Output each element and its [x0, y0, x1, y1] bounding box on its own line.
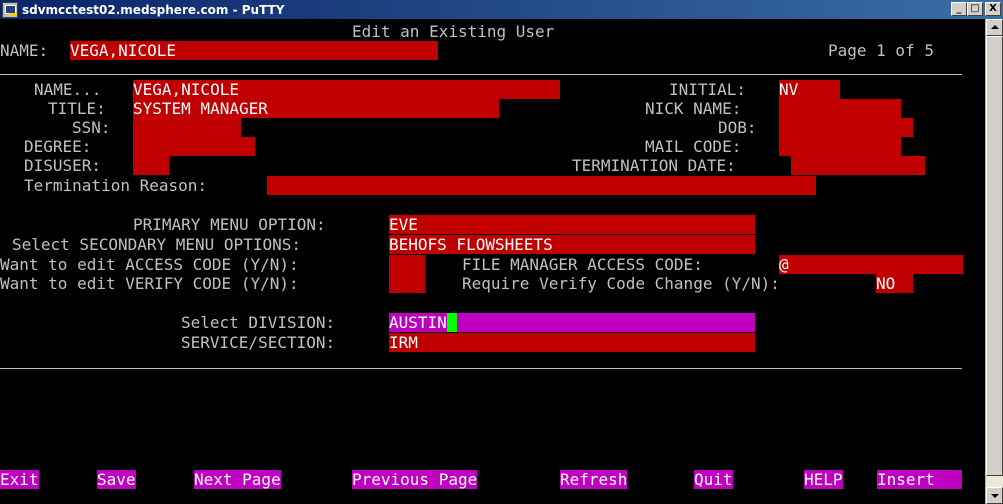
- secondary-menu-field[interactable]: BEHOFS FLOWSHEETS: [389, 235, 755, 255]
- terminal-screen[interactable]: Edit an Existing User NAME: VEGA,NICOLE …: [0, 19, 985, 504]
- disuser-field[interactable]: [133, 156, 169, 176]
- title-label: TITLE:: [48, 99, 106, 118]
- primary-menu-label: PRIMARY MENU OPTION:: [133, 215, 326, 234]
- primary-menu-field[interactable]: EVE: [389, 215, 755, 235]
- division-field[interactable]: AUSTIN: [389, 313, 755, 333]
- degree-field[interactable]: [133, 137, 255, 157]
- dob-label: DOB:: [718, 118, 757, 137]
- initial-field[interactable]: NV: [779, 80, 840, 100]
- putty-icon[interactable]: [2, 1, 18, 18]
- minimize-button[interactable]: _: [951, 2, 967, 16]
- header-divider: [0, 74, 962, 75]
- previous-page-command[interactable]: Previous Page: [352, 470, 478, 490]
- next-page-command[interactable]: Next Page: [194, 470, 281, 490]
- degree-label: DEGREE:: [24, 137, 92, 156]
- service-section-label: SERVICE/SECTION:: [181, 333, 336, 352]
- screen-title: Edit an Existing User: [352, 22, 555, 41]
- access-code-label: Want to edit ACCESS CODE (Y/N):: [0, 255, 299, 274]
- maximize-button[interactable]: □: [967, 2, 983, 16]
- exit-command[interactable]: Exit: [0, 470, 39, 490]
- name-field[interactable]: VEGA,NICOLE: [133, 80, 560, 100]
- header-name-field[interactable]: VEGA,NICOLE: [70, 41, 438, 61]
- file-manager-label: FILE MANAGER ACCESS CODE:: [462, 255, 703, 274]
- service-section-field[interactable]: IRM: [389, 333, 755, 353]
- putty-window: sdvmcctest02.medsphere.com - PuTTY _ □ X…: [0, 0, 1003, 504]
- division-value: AUSTIN: [389, 313, 447, 332]
- verify-code-label: Want to edit VERIFY CODE (Y/N):: [0, 274, 299, 293]
- termination-date-label: TERMINATION DATE:: [572, 156, 736, 175]
- mail-code-label: MAIL CODE:: [645, 137, 742, 156]
- disuser-label: DISUSER:: [24, 156, 102, 175]
- secondary-menu-label: Select SECONDARY MENU OPTIONS:: [12, 235, 301, 254]
- save-command[interactable]: Save: [97, 470, 136, 490]
- scroll-thumb[interactable]: [986, 36, 1003, 476]
- verify-code-field[interactable]: [389, 274, 425, 294]
- header-name-label: NAME:: [0, 41, 49, 60]
- footer-divider: [0, 368, 962, 369]
- title-field[interactable]: SYSTEM MANAGER: [133, 99, 499, 119]
- close-button[interactable]: X: [985, 2, 1001, 16]
- termination-reason-field[interactable]: [267, 176, 816, 196]
- help-command[interactable]: HELP: [804, 470, 843, 490]
- name-label: NAME...: [34, 80, 102, 99]
- window-controls: _ □ X: [951, 2, 1001, 16]
- ssn-field[interactable]: [133, 118, 241, 138]
- window-title: sdvmcctest02.medsphere.com - PuTTY: [22, 2, 285, 17]
- scroll-up-arrow-icon[interactable]: [986, 19, 1003, 36]
- ssn-label: SSN:: [72, 118, 111, 137]
- file-manager-field[interactable]: @: [779, 255, 963, 275]
- page-indicator: Page 1 of 5: [828, 41, 934, 60]
- access-code-field[interactable]: [389, 255, 425, 275]
- termination-reason-label: Termination Reason:: [24, 176, 208, 195]
- nick-name-field[interactable]: [779, 99, 901, 119]
- division-label: Select DIVISION:: [181, 313, 336, 332]
- quit-command[interactable]: Quit: [694, 470, 733, 490]
- scroll-down-arrow-icon[interactable]: [986, 487, 1003, 504]
- dob-field[interactable]: [779, 118, 913, 138]
- text-cursor: [446, 313, 457, 333]
- insert-command[interactable]: Insert: [877, 470, 962, 490]
- require-verify-label: Require Verify Code Change (Y/N):: [462, 274, 780, 293]
- mail-code-field[interactable]: [779, 137, 901, 157]
- termination-date-field[interactable]: [791, 156, 925, 176]
- require-verify-field[interactable]: NO: [876, 274, 913, 294]
- vertical-scrollbar[interactable]: [985, 19, 1003, 504]
- title-bar[interactable]: sdvmcctest02.medsphere.com - PuTTY _ □ X: [0, 0, 1003, 19]
- initial-label: INITIAL:: [669, 80, 747, 99]
- nick-name-label: NICK NAME:: [645, 99, 742, 118]
- refresh-command[interactable]: Refresh: [560, 470, 628, 490]
